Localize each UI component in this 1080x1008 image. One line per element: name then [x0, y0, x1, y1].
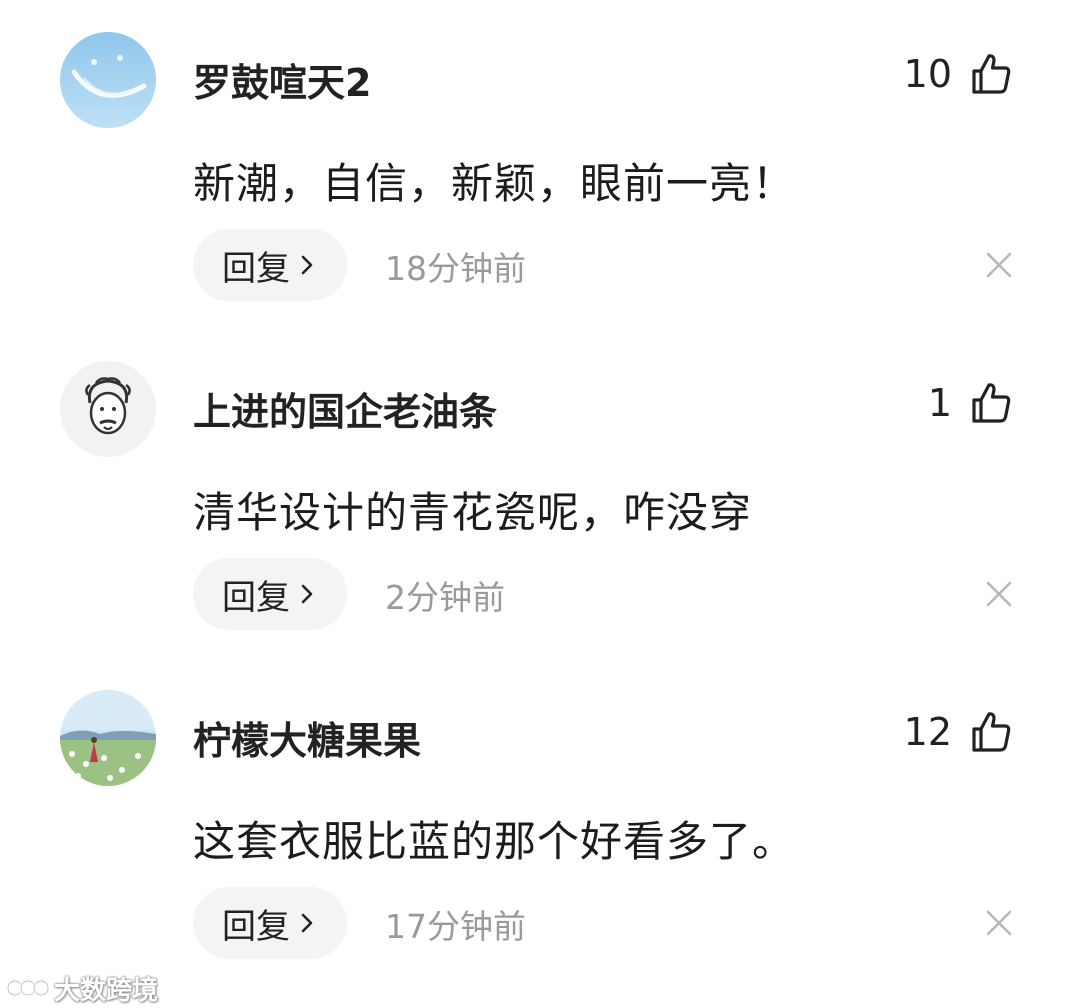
thumbs-up-icon	[968, 709, 1014, 755]
comment-time: 17分钟前	[385, 907, 526, 946]
watermark-logo-icon	[6, 975, 50, 1001]
close-icon[interactable]	[982, 906, 1016, 940]
comment-item: 柠檬大糖果果 12 这套衣服比蓝的那个好看多了。 回复 17分钟前	[0, 690, 1080, 990]
close-icon[interactable]	[982, 577, 1016, 611]
reply-label: 回复	[222, 577, 290, 618]
avatar[interactable]	[60, 32, 156, 128]
like-button[interactable]: 12	[904, 706, 1014, 758]
comment-text: 清华设计的青花瓷呢，咋没穿	[193, 488, 753, 537]
like-count: 10	[903, 52, 952, 96]
sky-smile-avatar-image	[60, 32, 156, 128]
thumbs-up-icon	[968, 380, 1014, 426]
close-icon[interactable]	[982, 248, 1016, 282]
chevron-right-icon	[296, 910, 318, 936]
username[interactable]: 柠檬大糖果果	[193, 710, 421, 765]
comment-item: 罗鼓喧天2 10 新潮，自信，新颖，眼前一亮！ 回复 18分钟前	[0, 32, 1080, 332]
reply-label: 回复	[222, 248, 290, 289]
comment-item: 上进的国企老油条 1 清华设计的青花瓷呢，咋没穿 回复 2分钟前	[0, 361, 1080, 661]
cartoon-face-avatar-image	[60, 361, 156, 457]
like-count: 1	[927, 381, 952, 425]
chevron-right-icon	[296, 581, 318, 607]
flower-field-avatar-image	[60, 690, 156, 786]
chevron-right-icon	[296, 252, 318, 278]
comment-time: 18分钟前	[385, 249, 526, 288]
reply-button[interactable]: 回复	[193, 229, 347, 301]
avatar[interactable]	[60, 690, 156, 786]
like-count: 12	[903, 710, 952, 754]
like-button[interactable]: 1	[928, 377, 1014, 429]
avatar[interactable]	[60, 361, 156, 457]
comment-text: 这套衣服比蓝的那个好看多了。	[193, 817, 796, 866]
username[interactable]: 罗鼓喧天2	[193, 52, 371, 107]
reply-button[interactable]: 回复	[193, 558, 347, 630]
like-button[interactable]: 10	[904, 48, 1014, 100]
reply-label: 回复	[222, 906, 290, 947]
reply-button[interactable]: 回复	[193, 887, 347, 959]
watermark-text: 大数跨境	[54, 975, 159, 1006]
username[interactable]: 上进的国企老油条	[193, 381, 497, 436]
watermark: 大数跨境	[6, 972, 159, 1006]
comment-text: 新潮，自信，新颖，眼前一亮！	[193, 159, 796, 208]
comment-time: 2分钟前	[385, 578, 505, 617]
thumbs-up-icon	[968, 51, 1014, 97]
